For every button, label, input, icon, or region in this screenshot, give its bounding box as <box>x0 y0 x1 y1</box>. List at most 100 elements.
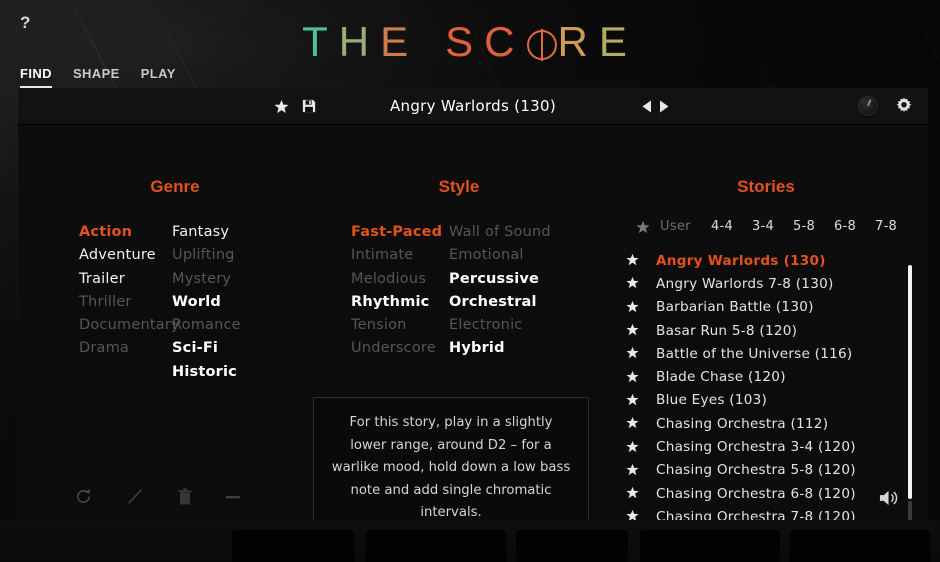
filter-5-8[interactable]: 5-8 <box>793 219 834 234</box>
genre-option-trailer[interactable]: Trailer <box>79 268 172 291</box>
list-item[interactable]: Basar Run 5-8 (120) <box>626 319 908 342</box>
panel-body: Genre Action Adventure Trailer Thriller … <box>18 125 928 562</box>
genre-option-uplifting[interactable]: Uplifting <box>172 244 292 267</box>
refresh-icon[interactable] <box>74 487 93 506</box>
knob-dial[interactable] <box>858 96 878 116</box>
story-name: Battle of the Universe (116) <box>656 345 853 362</box>
style-option-melodious[interactable]: Melodious <box>351 268 449 291</box>
toolbar-right-controls <box>858 96 914 116</box>
current-story-title: Angry Warlords (130) <box>389 97 557 115</box>
tab-find[interactable]: FIND <box>20 66 52 88</box>
bottom-toolbar <box>74 487 241 506</box>
story-name: Blue Eyes (103) <box>656 392 768 409</box>
list-item[interactable]: Barbarian Battle (130) <box>626 296 908 319</box>
stories-list: Angry Warlords (130) Angry Warlords 7-8 … <box>626 249 908 529</box>
style-option-wall-of-sound[interactable]: Wall of Sound <box>449 221 579 244</box>
story-name: Basar Run 5-8 (120) <box>656 322 798 339</box>
toolbar-nav <box>642 100 669 113</box>
list-item[interactable]: Chasing Orchestra 3-4 (120) <box>626 435 908 458</box>
genre-option-sci-fi[interactable]: Sci-Fi <box>172 337 292 360</box>
style-option-emotional[interactable]: Emotional <box>449 244 579 267</box>
style-option-intimate[interactable]: Intimate <box>351 244 449 267</box>
style-column-2: Wall of Sound Emotional Percussive Orche… <box>449 221 579 361</box>
star-icon[interactable] <box>626 274 656 293</box>
style-title: Style <box>438 177 480 196</box>
logo-letter-r: R <box>557 18 599 65</box>
scrollbar-thumb[interactable] <box>908 265 912 499</box>
genre-option-adventure[interactable]: Adventure <box>79 244 172 267</box>
star-icon[interactable] <box>626 220 660 234</box>
genre-options: Action Adventure Trailer Thriller Docume… <box>36 221 292 384</box>
story-name: Blade Chase (120) <box>656 369 786 386</box>
style-option-fast-paced[interactable]: Fast-Paced <box>351 221 449 244</box>
genre-option-documentary[interactable]: Documentary <box>79 314 180 337</box>
story-name: Angry Warlords (130) <box>656 252 826 269</box>
minus-icon[interactable] <box>225 489 241 505</box>
logo-letter-e2: E <box>598 18 638 65</box>
stories-title: Stories <box>737 177 795 196</box>
list-item[interactable]: Angry Warlords (130) <box>626 249 908 272</box>
footer-key <box>232 530 354 562</box>
style-option-hybrid[interactable]: Hybrid <box>449 337 579 360</box>
gear-icon[interactable] <box>894 96 914 116</box>
filter-6-8[interactable]: 6-8 <box>834 219 875 234</box>
story-name: Chasing Orchestra 6-8 (120) <box>656 485 856 502</box>
footer-key <box>366 530 506 562</box>
footer-key <box>790 530 930 562</box>
style-option-percussive[interactable]: Percussive <box>449 268 579 291</box>
logo-letter-h: H <box>338 18 381 65</box>
list-item[interactable]: Angry Warlords 7-8 (130) <box>626 272 908 295</box>
list-item[interactable]: Blue Eyes (103) <box>626 389 908 412</box>
app-window: ? THE SC RE FIND SHAPE PLAY Angry Warlor… <box>0 0 940 562</box>
main-tabs: FIND SHAPE PLAY <box>20 66 176 88</box>
tab-play[interactable]: PLAY <box>141 66 176 88</box>
stories-filter-row: User 4-4 3-4 5-8 6-8 7-8 <box>626 219 916 234</box>
genre-option-mystery[interactable]: Mystery <box>172 268 292 291</box>
story-name: Chasing Orchestra (112) <box>656 415 829 432</box>
genre-option-fantasy[interactable]: Fantasy <box>172 221 292 244</box>
star-icon[interactable] <box>626 461 656 480</box>
stories-scrollbar[interactable] <box>908 265 912 562</box>
genre-option-historic[interactable]: Historic <box>172 361 292 384</box>
star-icon[interactable] <box>626 438 656 457</box>
volume-icon[interactable] <box>879 489 900 507</box>
star-icon[interactable] <box>626 344 656 363</box>
logo-letter-t: T <box>302 18 339 65</box>
prev-arrow-icon[interactable] <box>642 100 652 113</box>
genre-option-world[interactable]: World <box>172 291 292 314</box>
tab-shape[interactable]: SHAPE <box>73 66 120 88</box>
star-icon[interactable] <box>626 414 656 433</box>
genre-option-drama[interactable]: Drama <box>79 337 172 360</box>
next-arrow-icon[interactable] <box>659 100 669 113</box>
trash-icon[interactable] <box>178 487 192 506</box>
style-option-orchestral[interactable]: Orchestral <box>449 291 579 314</box>
style-option-rhythmic[interactable]: Rhythmic <box>351 291 449 314</box>
list-item[interactable]: Blade Chase (120) <box>626 365 908 388</box>
list-item[interactable]: Battle of the Universe (116) <box>626 342 908 365</box>
star-icon[interactable] <box>626 484 656 503</box>
filter-user[interactable]: User <box>660 219 711 234</box>
style-options: Fast-Paced Intimate Melodious Rhythmic T… <box>314 221 579 361</box>
star-icon[interactable] <box>626 298 656 317</box>
story-name: Chasing Orchestra 3-4 (120) <box>656 439 856 456</box>
filter-4-4[interactable]: 4-4 <box>711 219 752 234</box>
list-item[interactable]: Chasing Orchestra (112) <box>626 412 908 435</box>
star-icon[interactable] <box>626 251 656 270</box>
list-item[interactable]: Chasing Orchestra 5-8 (120) <box>626 459 908 482</box>
star-icon[interactable] <box>626 368 656 387</box>
genre-option-thriller[interactable]: Thriller <box>79 291 172 314</box>
logo-letter-s: S <box>445 18 485 65</box>
star-icon[interactable] <box>626 391 656 410</box>
logo-letter-c: C <box>484 18 526 65</box>
genre-option-romance[interactable]: Romance <box>172 314 292 337</box>
edit-pencil-icon[interactable] <box>126 487 145 506</box>
list-item[interactable]: Chasing Orchestra 6-8 (120) <box>626 482 908 505</box>
genre-title: Genre <box>150 177 200 196</box>
filter-3-4[interactable]: 3-4 <box>752 219 793 234</box>
genre-option-action[interactable]: Action <box>79 221 172 244</box>
filter-7-8[interactable]: 7-8 <box>875 219 916 234</box>
style-option-underscore[interactable]: Underscore <box>351 337 449 360</box>
style-option-tension[interactable]: Tension <box>351 314 449 337</box>
style-option-electronic[interactable]: Electronic <box>449 314 579 337</box>
star-icon[interactable] <box>626 321 656 340</box>
